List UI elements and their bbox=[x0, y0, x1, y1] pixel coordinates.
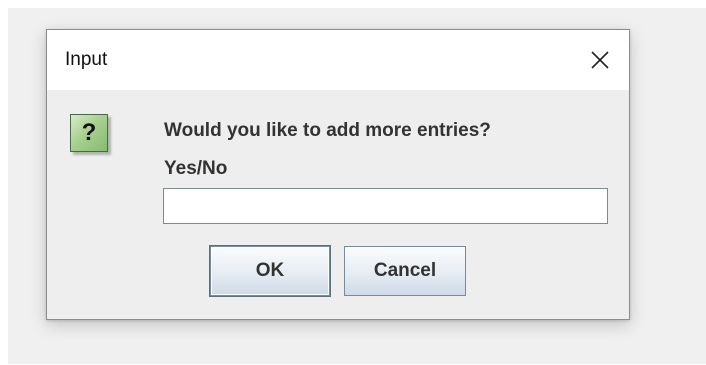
ok-button[interactable]: OK bbox=[210, 246, 330, 296]
input-dialog: Input ? Would you like to add more entri… bbox=[46, 29, 630, 320]
dialog-title: Input bbox=[65, 49, 108, 70]
title-bar: Input bbox=[47, 30, 629, 90]
close-button[interactable] bbox=[571, 30, 629, 90]
cancel-button[interactable]: Cancel bbox=[344, 246, 466, 296]
input-label: Yes/No bbox=[164, 158, 228, 179]
answer-input[interactable] bbox=[163, 188, 608, 224]
close-icon bbox=[591, 51, 609, 69]
dialog-message: Would you like to add more entries? bbox=[164, 120, 491, 141]
question-icon: ? bbox=[70, 114, 108, 152]
